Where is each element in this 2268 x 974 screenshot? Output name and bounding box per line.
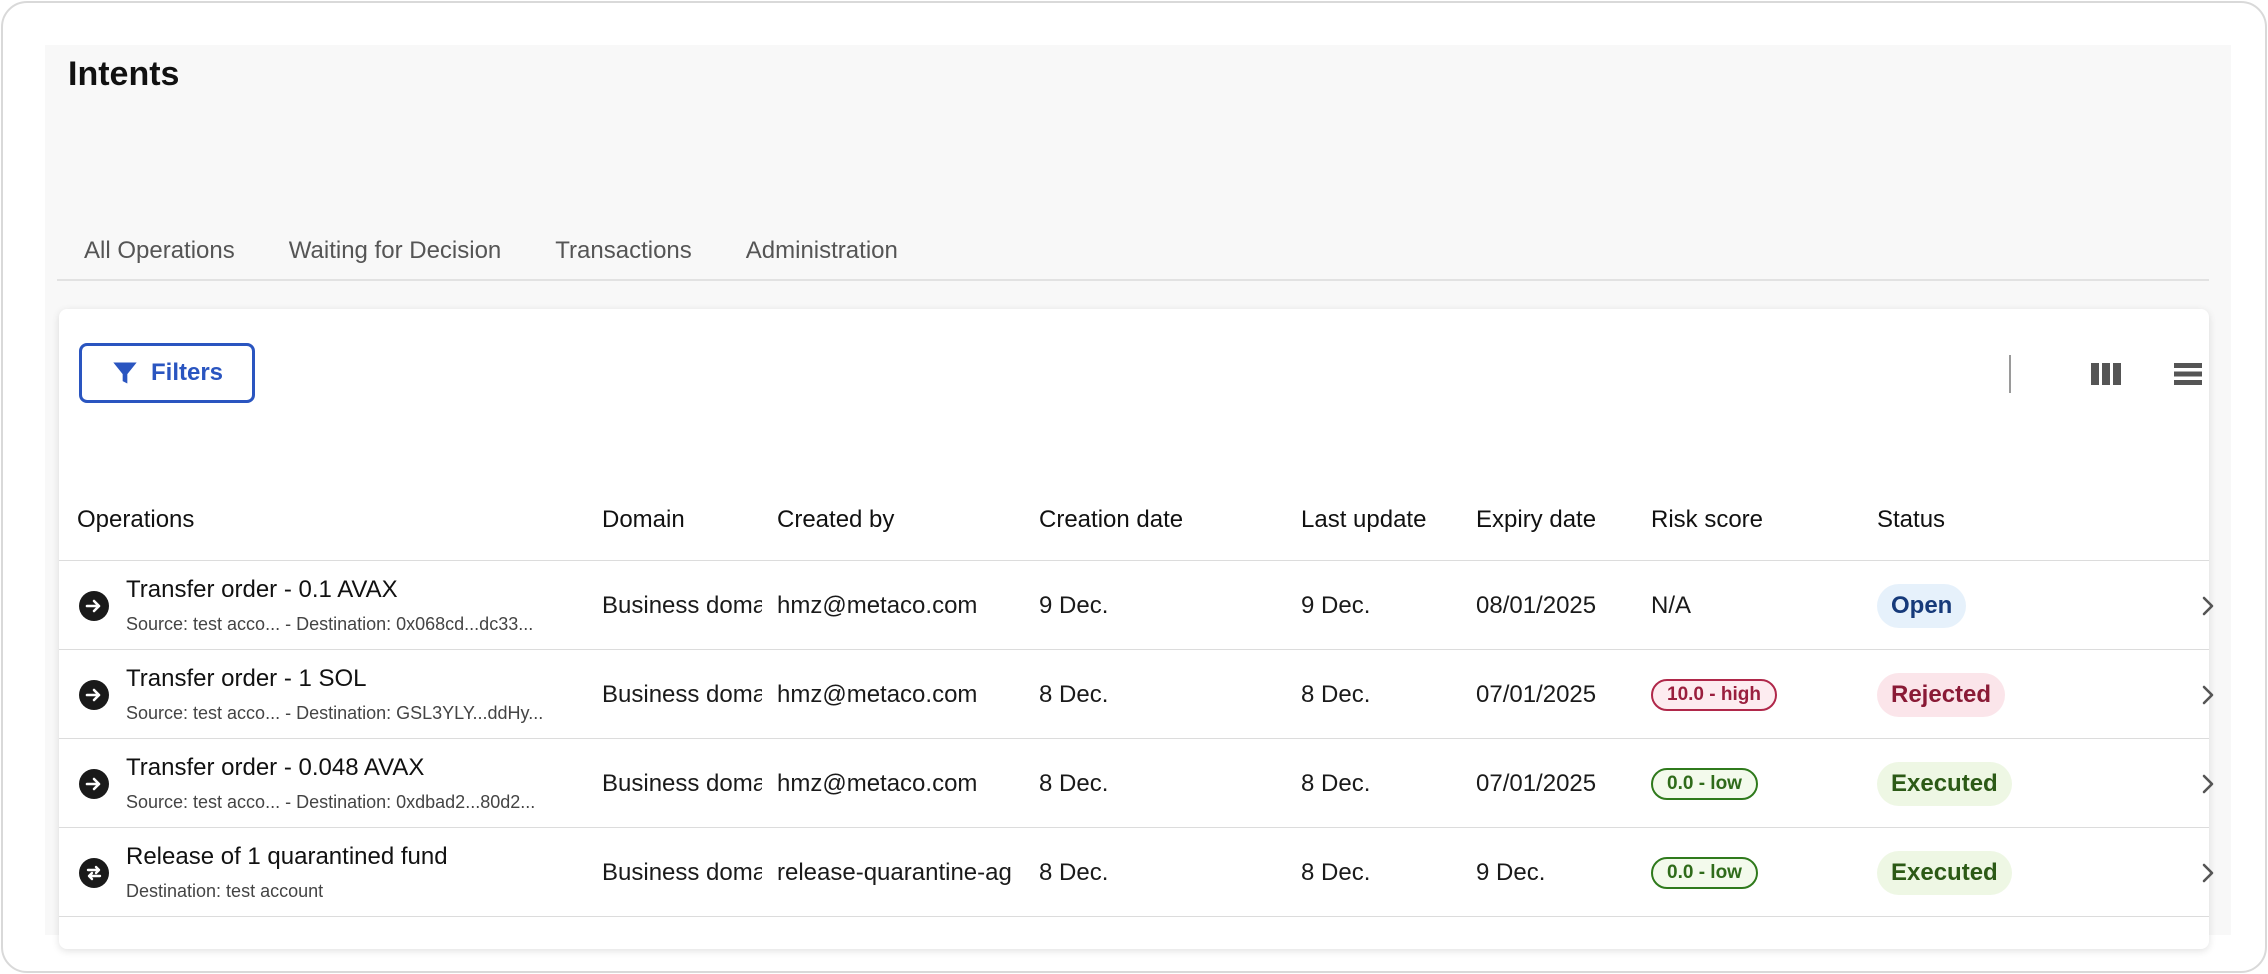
operation-subtitle: Source: test acco... - Destination: 0xdb… <box>126 792 536 812</box>
operation-subtitle: Source: test acco... - Destination: 0x06… <box>126 614 534 634</box>
chevron-right-icon[interactable] <box>2201 683 2215 707</box>
toolbar-divider <box>2009 355 2011 393</box>
arrow-right-circle-icon <box>79 680 109 710</box>
column-header-creation-date[interactable]: Creation date <box>1039 479 1183 561</box>
column-header-status[interactable]: Status <box>1877 479 1945 561</box>
filter-icon <box>113 362 137 384</box>
creation-date-cell: 9 Dec. <box>1039 592 1109 619</box>
status-badge: Open <box>1877 584 1967 628</box>
intents-page: Intents All Operations Waiting for Decis… <box>45 45 2231 949</box>
status-badge: Executed <box>1877 762 2012 806</box>
tab-administration[interactable]: Administration <box>719 223 925 279</box>
page-title: Intents <box>68 55 180 93</box>
expiry-date-cell: 08/01/2025 <box>1476 592 1597 619</box>
domain-cell: Business doma <box>602 681 762 708</box>
created-by-cell: hmz@metaco.com <box>777 592 978 619</box>
app-window: Intents All Operations Waiting for Decis… <box>1 1 2267 973</box>
chevron-right-icon[interactable] <box>2201 861 2215 885</box>
operation-subtitle: Destination: test account <box>126 881 324 901</box>
tab-waiting-for-decision[interactable]: Waiting for Decision <box>262 223 529 279</box>
filters-button[interactable]: Filters <box>79 343 255 403</box>
expiry-date-cell: 9 Dec. <box>1476 859 1546 886</box>
arrow-right-circle-icon <box>79 769 109 799</box>
column-header-last-update[interactable]: Last update <box>1301 479 1426 561</box>
column-header-operations[interactable]: Operations <box>77 479 194 561</box>
created-by-cell: hmz@metaco.com <box>777 770 978 797</box>
expiry-date-cell: 07/01/2025 <box>1476 770 1597 797</box>
creation-date-cell: 8 Dec. <box>1039 681 1109 708</box>
expiry-date-cell: 07/01/2025 <box>1476 681 1597 708</box>
domain-cell: Business doma <box>602 859 762 886</box>
table-row[interactable]: Transfer order - 1 SOL Source: test acco… <box>59 651 2214 739</box>
domain-cell: Business doma <box>602 770 762 797</box>
operation-title: Transfer order - 0.1 AVAX <box>126 576 398 603</box>
chevron-right-icon[interactable] <box>2201 772 2215 796</box>
last-update-cell: 8 Dec. <box>1301 770 1371 797</box>
last-update-cell: 8 Dec. <box>1301 859 1371 886</box>
operation-subtitle: Source: test acco... - Destination: GSL3… <box>126 703 544 723</box>
release-circle-icon <box>79 858 109 888</box>
operation-title: Release of 1 quarantined fund <box>126 843 448 870</box>
chevron-right-icon[interactable] <box>2201 594 2215 618</box>
created-by-cell: hmz@metaco.com <box>777 681 978 708</box>
table-header: Operations Domain Created by Creation da… <box>59 479 2209 561</box>
tab-transactions[interactable]: Transactions <box>528 223 719 279</box>
arrow-right-circle-icon <box>79 591 109 621</box>
table-row[interactable]: Transfer order - 0.1 AVAX Source: test a… <box>59 562 2214 650</box>
operations-table-card: Filters Operations Domain Created by Cre… <box>59 309 2214 949</box>
table-row[interactable]: Release of 1 quarantined fund Destinatio… <box>59 829 2214 917</box>
status-badge: Executed <box>1877 851 2012 895</box>
filters-button-label: Filters <box>150 359 224 386</box>
risk-score-badge: 0.0 - low <box>1651 857 1758 889</box>
operation-title: Transfer order - 0.048 AVAX <box>126 754 425 781</box>
density-view-icon[interactable] <box>2171 359 2205 389</box>
last-update-cell: 9 Dec. <box>1301 592 1371 619</box>
creation-date-cell: 8 Dec. <box>1039 859 1109 886</box>
risk-score-cell: N/A <box>1651 592 1692 619</box>
risk-score-badge: 0.0 - low <box>1651 768 1758 800</box>
columns-view-icon[interactable] <box>2089 359 2123 389</box>
operation-title: Transfer order - 1 SOL <box>126 665 367 692</box>
last-update-cell: 8 Dec. <box>1301 681 1371 708</box>
column-header-risk-score[interactable]: Risk score <box>1651 479 1763 561</box>
risk-score-badge: 10.0 - high <box>1651 679 1777 711</box>
tab-all-operations[interactable]: All Operations <box>57 223 262 279</box>
domain-cell: Business doma <box>602 592 762 619</box>
column-header-expiry-date[interactable]: Expiry date <box>1476 479 1596 561</box>
created-by-cell: release-quarantine-ag <box>777 859 1012 886</box>
creation-date-cell: 8 Dec. <box>1039 770 1109 797</box>
table-row[interactable]: Transfer order - 0.048 AVAX Source: test… <box>59 740 2214 828</box>
status-badge: Rejected <box>1877 673 2006 717</box>
tab-bar: All Operations Waiting for Decision Tran… <box>57 223 2209 281</box>
column-header-created-by[interactable]: Created by <box>777 479 894 561</box>
column-header-domain[interactable]: Domain <box>602 479 685 561</box>
